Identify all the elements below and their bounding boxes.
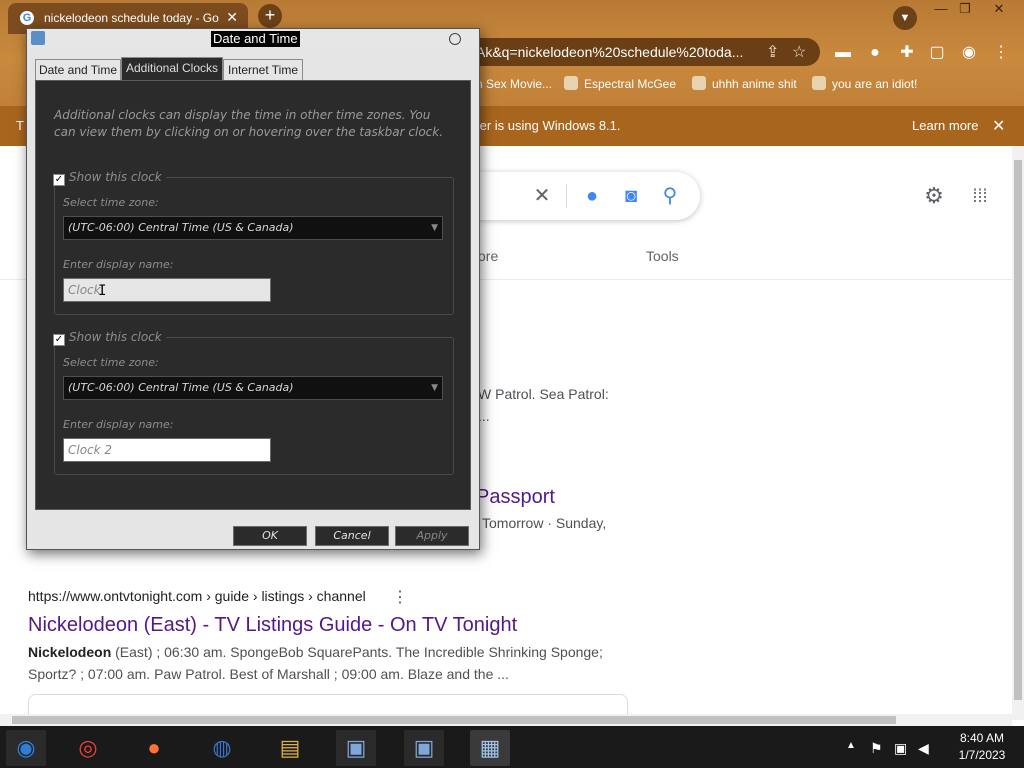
media-center-taskbar-icon[interactable]: ◉ <box>6 730 46 766</box>
result-title-link[interactable]: Nickelodeon (East) - TV Listings Guide -… <box>28 614 517 637</box>
panel-description: Additional clocks can display the time i… <box>54 108 444 139</box>
google-favicon-icon: G <box>20 11 34 25</box>
dialog-close-icon[interactable] <box>449 33 461 45</box>
next-result-card <box>28 694 628 715</box>
bookmark-item[interactable]: uhhh anime shit <box>692 74 797 94</box>
bookmark-item[interactable]: n Sex Movie... <box>476 74 552 94</box>
avatar-extension-icon[interactable]: ● <box>864 42 886 64</box>
apply-button[interactable]: Apply <box>395 526 469 546</box>
display-name-input-1[interactable]: Clock <box>63 278 271 302</box>
horizontal-scroll-thumb[interactable] <box>12 716 896 724</box>
result-snippet: Tomorrow · Sunday, <box>482 515 607 531</box>
bookmark-favicon-icon <box>564 76 578 90</box>
date-time-taskbar-icon[interactable]: ▦ <box>470 730 510 766</box>
address-url: Ak&q=nickelodeon%20schedule%20toda... <box>476 44 744 60</box>
dropdown-arrow-icon: ▼ <box>431 223 438 233</box>
tab-title: nickelodeon schedule today - Goo <box>44 11 219 25</box>
bookmark-item[interactable]: you are an idiot! <box>812 74 917 94</box>
bookmark-item[interactable]: Espectral McGee <box>564 74 676 94</box>
infobar-message: ter is using Windows 8.1. <box>476 118 621 133</box>
result-snippet: W Patrol. Sea Patrol: <box>478 386 609 402</box>
address-bar[interactable]: Ak&q=nickelodeon%20schedule%20toda... ⇪ … <box>470 38 820 66</box>
tab-additional-clocks[interactable]: Additional Clocks <box>121 57 223 82</box>
lens-camera-icon[interactable]: ◙ <box>619 184 643 208</box>
tab-internet-time[interactable]: Internet Time <box>223 59 303 81</box>
dialog-titlebar[interactable]: Date and Time <box>27 29 479 50</box>
firefox-taskbar-icon[interactable]: ● <box>134 730 174 766</box>
clock-group-2: ✓ Show this clock Select time zone: (UTC-… <box>53 330 454 475</box>
timezone-select-2[interactable]: (UTC-06:00) Central Time (US & Canada) ▼ <box>63 376 443 400</box>
google-apps-grid-icon[interactable]: ⁞⁞⁞ <box>968 184 992 208</box>
tab-search-chevron-icon[interactable]: ▼ <box>893 6 917 30</box>
obama-logo-taskbar-icon[interactable]: ◍ <box>202 730 242 766</box>
search-divider <box>566 184 567 208</box>
search-icon[interactable]: ⚲ <box>658 184 682 208</box>
tab-date-and-time[interactable]: Date and Time <box>35 59 121 81</box>
clear-search-icon[interactable]: ✕ <box>530 184 554 208</box>
dialog-title: Date and Time <box>211 31 300 47</box>
chrome-menu-icon[interactable]: ⋮ <box>990 42 1012 64</box>
show-clock-checkbox-2[interactable]: ✓ Show this clock <box>53 330 166 346</box>
new-tab-button[interactable]: + <box>258 4 282 28</box>
show-hidden-icons-chevron-icon[interactable]: ▲ <box>846 740 856 751</box>
bookmark-favicon-icon <box>692 76 706 90</box>
infobar-close-icon[interactable]: ✕ <box>992 116 1005 136</box>
show-clock-checkbox-1[interactable]: ✓ Show this clock <box>53 170 166 186</box>
timezone-label: Select time zone: <box>63 196 159 209</box>
chrome-taskbar-icon[interactable]: ◎ <box>68 730 108 766</box>
result-snippet: Sportz? ; 07:00 am. Paw Patrol. Best of … <box>28 666 509 682</box>
tab-close-icon[interactable]: ✕ <box>226 9 238 26</box>
dropdown-arrow-icon: ▼ <box>431 383 438 393</box>
date-time-dialog: Date and Time Date and Time Additional C… <box>26 28 480 550</box>
file-explorer-taskbar-icon[interactable]: ▤ <box>270 730 310 766</box>
window-restore-button[interactable]: ❐ <box>950 0 980 18</box>
ok-button[interactable]: OK <box>233 526 307 546</box>
share-icon[interactable]: ⇪ <box>766 42 779 62</box>
uk-flag-icon <box>812 76 826 90</box>
network-app-taskbar-icon[interactable]: ▣ <box>336 730 376 766</box>
action-center-flag-icon[interactable]: ⚑ <box>870 740 883 757</box>
settings-gear-icon[interactable]: ⚙ <box>922 184 946 208</box>
bookmark-star-icon[interactable]: ☆ <box>792 42 806 62</box>
taskbar-date: 1/7/2023 <box>958 748 1006 762</box>
dialog-body: Date and Time Additional Clocks Internet… <box>27 50 479 549</box>
learn-more-link[interactable]: Learn more <box>912 118 978 133</box>
display-name-input-2[interactable]: Clock 2 <box>63 438 271 462</box>
clock-group-1: ✓ Show this clock Select time zone: (UTC-… <box>53 170 454 315</box>
result-cite-url[interactable]: https://www.ontvtonight.com › guide › li… <box>28 588 366 604</box>
side-panel-icon[interactable]: ▢ <box>926 42 948 64</box>
result-snippet: Nickelodeon (East) ; 06:30 am. SpongeBob… <box>28 644 603 660</box>
more-tab[interactable]: ore <box>478 248 498 264</box>
checkbox-check-icon: ✓ <box>53 334 65 346</box>
result-more-options-icon[interactable]: ⋮ <box>392 587 408 607</box>
vertical-scroll-thumb[interactable] <box>1014 160 1022 700</box>
timezone-label: Select time zone: <box>63 356 159 369</box>
date-time-app-icon <box>31 31 45 45</box>
result-title-link[interactable]: Passport <box>476 486 555 509</box>
flag-extension-icon[interactable]: ▬ <box>832 42 854 64</box>
voice-search-mic-icon[interactable]: ● <box>580 184 604 208</box>
taskbar-clock[interactable]: 8:40 AM 1/7/2023 <box>946 730 1018 764</box>
display-name-label: Enter display name: <box>63 258 174 271</box>
timezone-select-1[interactable]: (UTC-06:00) Central Time (US & Canada) ▼ <box>63 216 443 240</box>
cancel-button[interactable]: Cancel <box>315 526 389 546</box>
display-name-label: Enter display name: <box>63 418 174 431</box>
network-app-taskbar-icon[interactable]: ▣ <box>404 730 444 766</box>
extensions-puzzle-icon[interactable]: ✚ <box>896 42 918 64</box>
text-cursor-ibeam-icon: I <box>98 283 107 299</box>
network-icon[interactable]: ▣ <box>894 740 907 757</box>
profile-icon[interactable]: ◉ <box>958 42 980 64</box>
taskbar-time: 8:40 AM <box>959 731 1005 745</box>
tools-tab[interactable]: Tools <box>646 248 679 264</box>
window-close-button[interactable]: ✕ <box>984 0 1014 18</box>
checkbox-check-icon: ✓ <box>53 174 65 186</box>
volume-speaker-icon[interactable]: ◀ <box>918 740 929 757</box>
